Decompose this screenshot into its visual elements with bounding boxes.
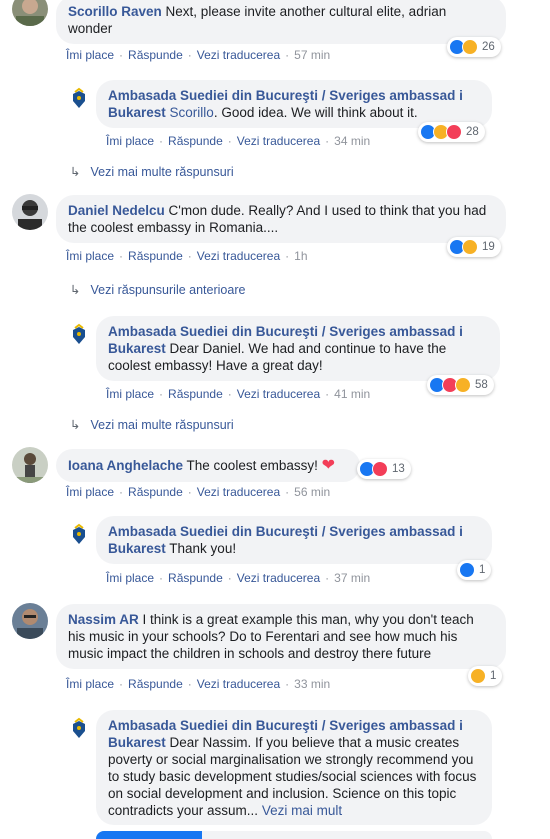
comment-actions: Îmi place · Răspunde · Vezi traducerea · 56 mi… [66,485,331,499]
translate-link[interactable]: Vezi traducerea [237,134,320,148]
like-icon [459,562,475,578]
comment-author[interactable]: Daniel Nedelcu [68,203,165,218]
love-icon [446,124,462,140]
reply-arrow-icon: ↳ [70,165,81,179]
haha-icon [462,39,478,55]
timestamp[interactable]: 33 min [294,677,330,691]
more-replies-label: Vezi mai multe răspunsuri [90,165,234,179]
reactions-badge[interactable]: 13 [357,459,411,479]
previous-replies-label: Vezi răspunsurile anterioare [90,283,246,297]
avatar[interactable] [12,194,48,230]
timestamp[interactable]: 37 min [334,571,370,585]
comment-actions: Îmi place · Răspunde · Vezi traducerea · 33 mi… [66,677,331,691]
reactions-badge[interactable]: 1 [457,560,492,580]
reply-text: Thank you! [165,541,237,556]
comment-actions: Îmi place · Răspunde · Vezi traducerea · 57 mi… [66,48,331,62]
reply-link[interactable]: Răspunde [128,249,183,263]
reaction-count: 1 [490,670,497,682]
reply-arrow-icon: ↳ [70,283,81,297]
reaction-count: 58 [475,379,488,391]
reply-link[interactable]: Răspunde [168,571,223,585]
reactions-badge[interactable]: 58 [427,375,494,395]
reply-link[interactable]: Răspunde [128,677,183,691]
reaction-count: 28 [466,126,479,138]
avatar[interactable] [12,603,48,639]
comment-bubble: Ioana Anghelache The coolest embassy! ❤ [56,449,360,482]
comment-bubble: Scorillo Raven Next, please invite anoth… [56,0,506,44]
more-replies-link[interactable]: ↳ Vezi mai multe răspunsuri [70,417,234,432]
like-link[interactable]: Îmi place [106,571,154,585]
reply-link[interactable]: Răspunde [168,387,223,401]
reply-actions: Îmi place · Răspunde · Vezi traducerea · 37 mi… [106,571,371,585]
reactions-badge[interactable]: 19 [447,237,501,257]
embassy-avatar[interactable] [66,522,92,548]
reply-link[interactable]: Răspunde [168,134,223,148]
like-link[interactable]: Îmi place [106,134,154,148]
comment-bubble: Nassim AR I think is a great example thi… [56,604,506,669]
avatar[interactable] [12,0,48,26]
avatar[interactable] [12,447,48,483]
haha-icon [470,668,486,684]
love-icon [372,461,388,477]
translate-link[interactable]: Vezi traducerea [197,485,280,499]
haha-icon [455,377,471,393]
translate-link[interactable]: Vezi traducerea [237,571,320,585]
timestamp[interactable]: 41 min [334,387,370,401]
comment-actions: Îmi place · Răspunde · Vezi traducerea · 1h [66,249,308,263]
reply-bubble: Ambasada Suediei din Bucureşti / Sverige… [96,80,492,128]
more-replies-label: Vezi mai multe răspunsuri [90,418,234,432]
comment-text: The coolest embassy! [183,458,322,473]
haha-icon [462,239,478,255]
reply-actions: Îmi place · Răspunde · Vezi traducerea · 34 mi… [106,134,371,148]
comment-bubble: Daniel Nedelcu C'mon dude. Really? And I… [56,195,506,243]
timestamp[interactable]: 56 min [294,485,330,499]
reply-text: . Good idea. We will think about it. [213,105,418,120]
embassy-avatar[interactable] [66,716,92,742]
bottom-bar-accent [96,831,202,839]
translate-link[interactable]: Vezi traducerea [237,387,320,401]
mention-link[interactable]: Scorillo [170,105,214,120]
comment-author[interactable]: Nassim AR [68,612,139,627]
reaction-count: 19 [482,241,495,253]
bottom-bar [96,831,492,839]
reply-bubble: Ambasada Suediei din Bucureşti / Sverige… [96,316,500,381]
reply-link[interactable]: Răspunde [128,48,183,62]
like-link[interactable]: Îmi place [66,485,114,499]
reactions-badge[interactable]: 26 [447,37,501,57]
timestamp[interactable]: 1h [294,249,307,263]
reply-link[interactable]: Răspunde [128,485,183,499]
like-link[interactable]: Îmi place [106,387,154,401]
comment-author[interactable]: Ioana Anghelache [68,458,183,473]
more-replies-link[interactable]: ↳ Vezi mai multe răspunsuri [70,164,234,179]
reactions-badge[interactable]: 28 [418,122,485,142]
see-more-link[interactable]: Vezi mai mult [262,803,342,818]
reaction-count: 13 [392,463,405,475]
translate-link[interactable]: Vezi traducerea [197,48,280,62]
heart-emoji-icon: ❤ [321,457,336,474]
previous-replies-link[interactable]: ↳ Vezi răspunsurile anterioare [70,282,245,297]
reply-bubble: Ambasada Suediei din Bucureşti / Sverige… [96,710,492,825]
reply-bubble: Ambasada Suediei din Bucureşti / Sverige… [96,516,492,564]
timestamp[interactable]: 57 min [294,48,330,62]
reactions-badge[interactable]: 1 [468,666,503,686]
reply-author[interactable]: Ambasada Suediei din Bucureşti / Sverige… [108,524,463,556]
reaction-count: 1 [479,564,486,576]
timestamp[interactable]: 34 min [334,134,370,148]
reaction-count: 26 [482,41,495,53]
comment-author[interactable]: Scorillo Raven [68,4,162,19]
embassy-avatar[interactable] [66,322,92,348]
translate-link[interactable]: Vezi traducerea [197,249,280,263]
like-link[interactable]: Îmi place [66,677,114,691]
embassy-avatar[interactable] [66,86,92,112]
reply-actions: Îmi place · Răspunde · Vezi traducerea · 41 mi… [106,387,371,401]
like-link[interactable]: Îmi place [66,48,114,62]
like-link[interactable]: Îmi place [66,249,114,263]
reply-arrow-icon: ↳ [70,418,81,432]
translate-link[interactable]: Vezi traducerea [197,677,280,691]
